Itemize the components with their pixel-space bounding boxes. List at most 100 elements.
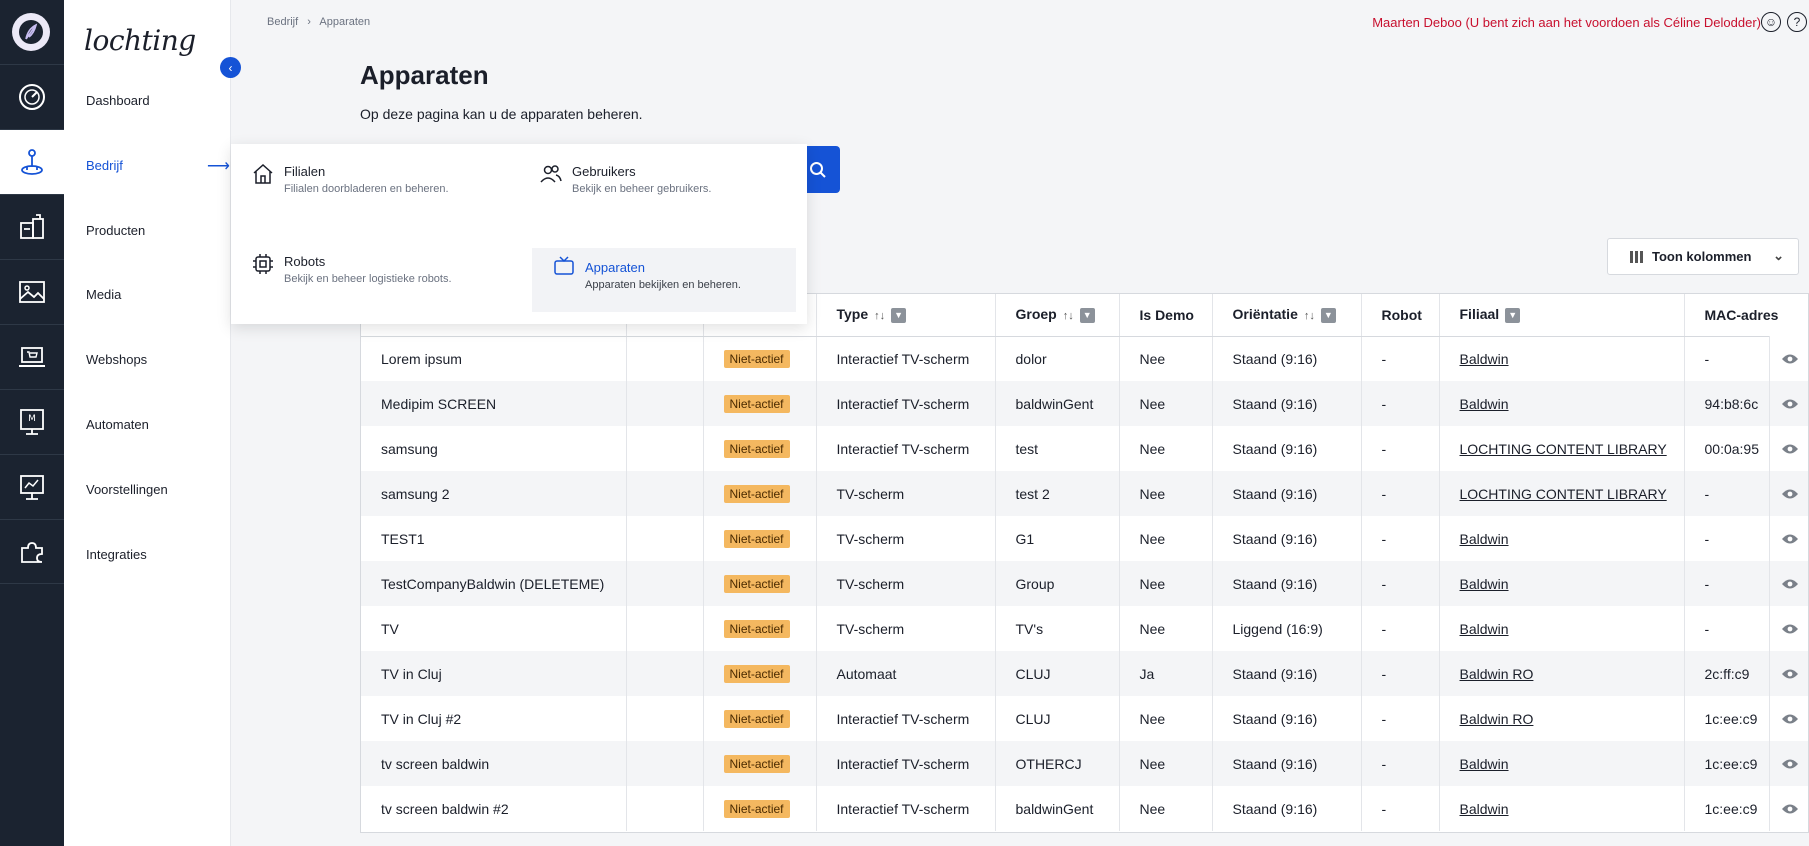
rail-dashboard-gauge-icon[interactable]	[0, 64, 64, 129]
submenu-item-robots[interactable]: Robots Bekijk en beheer logistieke robot…	[231, 234, 495, 298]
help-icon[interactable]: ?	[1787, 12, 1807, 32]
rail-automaten-vending-machine-icon[interactable]: M	[0, 389, 64, 454]
view-eye-icon[interactable]	[1769, 651, 1808, 696]
col-header-robot: Robot	[1361, 294, 1440, 337]
filiaal-link[interactable]: LOCHTING CONTENT LIBRARY	[1460, 486, 1667, 502]
cell-groep-text: baldwinGent	[1015, 800, 1094, 817]
filter-icon[interactable]: ▼	[1505, 308, 1521, 324]
rail-bedrijf-joystick-icon[interactable]	[0, 129, 64, 194]
filter-icon[interactable]: ▼	[1079, 308, 1095, 324]
rail-webshops-laptop-cart-icon[interactable]	[0, 324, 64, 389]
app-logo-icon[interactable]	[12, 13, 50, 51]
table-row[interactable]: tv screen baldwin Niet-actief Interactief …	[361, 741, 1808, 786]
view-eye-icon[interactable]	[1769, 381, 1808, 426]
cell-name: samsung 2	[361, 471, 627, 516]
view-eye-icon[interactable]	[1769, 741, 1808, 786]
cell-status: Niet-actief	[703, 606, 817, 651]
rail-media-image-icon[interactable]	[0, 259, 64, 324]
filiaal-link[interactable]: Baldwin	[1460, 531, 1509, 547]
cell-orientatie: Staand (9:16)	[1212, 741, 1362, 786]
view-eye-icon[interactable]	[1769, 336, 1808, 381]
table-row[interactable]: TV in Cluj Niet-actief Automaat CLUJ Ja Staan…	[361, 651, 1808, 696]
cell-orientatie-text: Staand (9:16)	[1232, 530, 1318, 547]
nav-item-automaten[interactable]: Automaten	[86, 417, 149, 432]
table-row[interactable]: TV Niet-actief TV-scherm TV's Nee Liggend (16…	[361, 606, 1808, 651]
cell-is-demo: Ja	[1119, 651, 1213, 696]
table-row[interactable]: Medipim SCREEN Niet-actief Interactief TV-…	[361, 381, 1808, 426]
table-row[interactable]: samsung 2 Niet-actief TV-scherm test 2 Nee St…	[361, 471, 1808, 516]
submenu-item-apparaten[interactable]: Apparaten Apparaten bekijken en beheren.	[532, 248, 796, 312]
sort-icon[interactable]: ↑↓	[1063, 310, 1074, 322]
cell-mac-text: -	[1704, 620, 1710, 637]
cell-filiaal: LOCHTING CONTENT LIBRARY	[1439, 471, 1685, 516]
cell-name: TestCompanyBaldwin (DELETEME)	[361, 561, 627, 606]
nav-item-integraties[interactable]: Integraties	[86, 547, 147, 562]
cell-filiaal: Baldwin	[1439, 741, 1685, 786]
rail-voorstellingen-presentation-icon[interactable]	[0, 454, 64, 519]
filiaal-link[interactable]: Baldwin	[1460, 756, 1509, 772]
table-row[interactable]: TestCompanyBaldwin (DELETEME) Niet-actief…	[361, 561, 1808, 606]
nav-item-media[interactable]: Media	[86, 287, 121, 302]
nav-item-producten[interactable]: Producten	[86, 223, 145, 238]
breadcrumb-item[interactable]: Bedrijf	[267, 16, 298, 28]
cell-mac-text: 1c:ee:c9	[1704, 800, 1758, 817]
view-eye-icon[interactable]	[1769, 426, 1808, 471]
view-eye-icon[interactable]	[1769, 471, 1808, 516]
cell-groep-text: CLUJ	[1015, 665, 1051, 682]
submenu-item-filialen[interactable]: Filialen Filialen doorbladeren en behere…	[231, 144, 495, 208]
view-eye-icon[interactable]	[1769, 606, 1808, 651]
filter-icon[interactable]: ▼	[891, 308, 907, 324]
table-row[interactable]: samsung Niet-actief Interactief TV-scherm t…	[361, 426, 1808, 471]
cell-robot-text: -	[1381, 575, 1387, 592]
col-header-groep[interactable]: Groep ↑↓ ▼	[995, 294, 1120, 337]
table-row[interactable]: tv screen baldwin #2 Niet-actief Interacti…	[361, 786, 1808, 831]
nav-item-voorstellingen[interactable]: Voorstellingen	[86, 482, 168, 497]
cell-name: TV	[361, 606, 627, 651]
rail-producten-products-icon[interactable]	[0, 194, 64, 259]
table-row[interactable]: Lorem ipsum Niet-actief Interactief TV-sch…	[361, 336, 1808, 381]
nav-item-webshops[interactable]: Webshops	[86, 352, 147, 367]
rail-integraties-puzzle-icon[interactable]	[0, 519, 64, 584]
col-header-type[interactable]: Type ↑↓ ▼	[816, 294, 996, 337]
table-row[interactable]: TEST1 Niet-actief TV-scherm G1 Nee Staand (9:…	[361, 516, 1808, 561]
nav-item-dashboard[interactable]: Dashboard	[86, 93, 150, 108]
view-eye-icon[interactable]	[1769, 561, 1808, 606]
cell-status: Niet-actief	[703, 336, 817, 381]
view-eye-icon[interactable]	[1769, 516, 1808, 561]
toon-kolommen-button[interactable]: Toon kolommen ⌄	[1607, 238, 1799, 275]
view-eye-icon[interactable]	[1769, 696, 1808, 741]
cell-mac-text: -	[1704, 575, 1710, 592]
cell-groep: test	[995, 426, 1120, 471]
cell-name-text: tv screen baldwin	[381, 755, 490, 772]
cell-is-demo-text: Nee	[1139, 440, 1166, 457]
filiaal-link[interactable]: Baldwin	[1460, 351, 1509, 367]
cell-name: tv screen baldwin	[361, 741, 627, 786]
cell-robot: -	[1361, 336, 1440, 381]
collapse-sidebar-chevron-left-icon[interactable]: ‹	[220, 57, 241, 78]
filiaal-link[interactable]: Baldwin RO	[1460, 711, 1534, 727]
col-header-orientatie[interactable]: Oriëntatie ↑↓ ▼	[1212, 294, 1362, 337]
filter-icon[interactable]: ▼	[1320, 308, 1336, 324]
nav-item-bedrijf[interactable]: Bedrijf	[86, 158, 123, 173]
filiaal-link[interactable]: Baldwin	[1460, 576, 1509, 592]
cell-type: Interactief TV-scherm	[816, 426, 996, 471]
filiaal-link[interactable]: Baldwin	[1460, 801, 1509, 817]
submenu-item-gebruikers[interactable]: Gebruikers Bekijk en beheer gebruikers.	[519, 144, 783, 208]
filiaal-link[interactable]: Baldwin RO	[1460, 666, 1534, 682]
sort-icon[interactable]: ↑↓	[874, 310, 885, 322]
cell-robot: -	[1361, 651, 1440, 696]
user-profile-icon[interactable]: ☺	[1761, 12, 1781, 32]
brand-logo[interactable]: lochting	[84, 24, 196, 57]
cell-groep: baldwinGent	[995, 381, 1120, 426]
sort-icon[interactable]: ↑↓	[1304, 310, 1315, 322]
cell-status: Niet-actief	[703, 741, 817, 786]
bedrijf-submenu: Filialen Filialen doorbladeren en behere…	[231, 144, 807, 324]
impersonation-user-text[interactable]: Maarten Deboo (U bent zich aan het voord…	[1372, 15, 1761, 30]
cell-is-demo-text: Nee	[1139, 800, 1166, 817]
view-eye-icon[interactable]	[1769, 786, 1808, 831]
filiaal-link[interactable]: LOCHTING CONTENT LIBRARY	[1460, 441, 1667, 457]
filiaal-link[interactable]: Baldwin	[1460, 621, 1509, 637]
filiaal-link[interactable]: Baldwin	[1460, 396, 1509, 412]
col-header-filiaal[interactable]: Filiaal ▼	[1439, 294, 1685, 337]
table-row[interactable]: TV in Cluj #2 Niet-actief Interactief TV-s…	[361, 696, 1808, 741]
